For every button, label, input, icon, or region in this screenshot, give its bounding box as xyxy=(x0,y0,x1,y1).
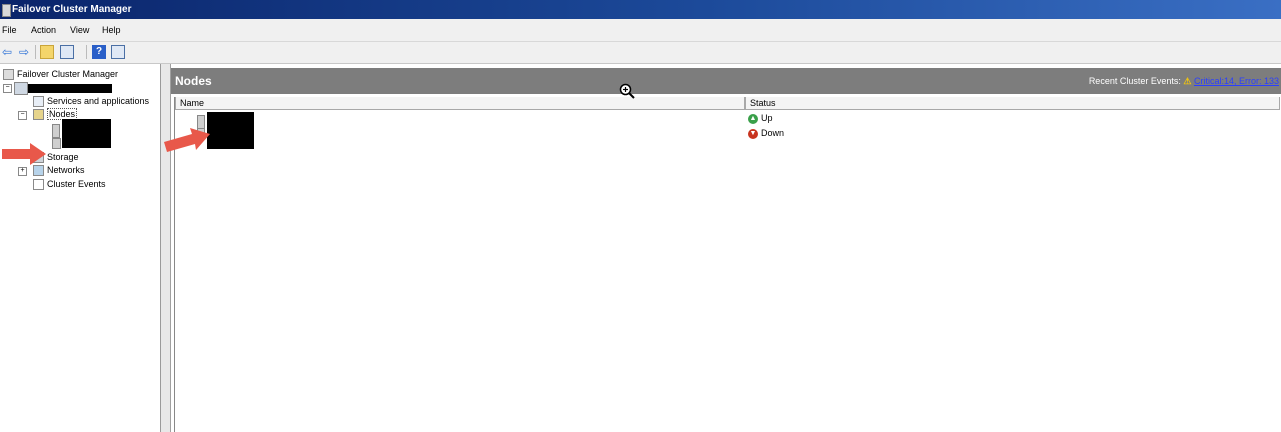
zoom-cursor-icon xyxy=(619,83,635,99)
node-status: Down xyxy=(761,128,785,138)
up-folder-icon[interactable] xyxy=(40,45,54,59)
main-pane: Nodes Recent Cluster Events: ⚠ Critical:… xyxy=(164,64,1281,432)
menu-bar: File Action View Help xyxy=(0,19,1281,42)
nodes-icon xyxy=(33,109,44,121)
nodes-collapse-toggle[interactable]: − xyxy=(18,111,27,120)
tree-item-cluster-events[interactable]: Cluster Events xyxy=(33,178,106,191)
menu-view[interactable]: View xyxy=(70,25,89,35)
column-header-status[interactable]: Status xyxy=(745,97,1280,110)
node-status: Up xyxy=(761,113,773,123)
tree-item-services[interactable]: Services and applications xyxy=(33,95,149,108)
menu-help[interactable]: Help xyxy=(102,25,121,35)
networks-icon xyxy=(33,165,44,177)
annotation-arrow-main xyxy=(164,128,210,152)
services-icon xyxy=(33,96,44,108)
show-hide-console-tree-icon[interactable] xyxy=(60,45,74,59)
column-header-name[interactable]: Name xyxy=(175,97,745,110)
annotation-arrow-left xyxy=(2,143,46,165)
warning-icon: ⚠ xyxy=(1183,76,1192,86)
collapse-toggle[interactable]: − xyxy=(3,84,12,93)
recent-events: Recent Cluster Events: ⚠ Critical:14, Er… xyxy=(1089,76,1279,87)
console-tree: Failover Cluster Manager − Services and … xyxy=(0,64,161,432)
nodes-header: Nodes Recent Cluster Events: ⚠ Critical:… xyxy=(171,68,1281,94)
status-down-icon: ▼ xyxy=(748,128,758,139)
redacted-cluster-name xyxy=(28,84,112,93)
window-title: Failover Cluster Manager xyxy=(12,4,132,15)
help-icon[interactable]: ? xyxy=(92,45,106,59)
server-node-icon xyxy=(52,124,60,138)
menu-file[interactable]: File xyxy=(2,25,17,35)
tree-item-networks[interactable]: Networks xyxy=(33,164,85,177)
recent-events-label: Recent Cluster Events: xyxy=(1088,76,1181,86)
pane-splitter[interactable] xyxy=(161,64,171,432)
table-row[interactable]: ▲ Up xyxy=(748,112,773,125)
tree-root[interactable]: Failover Cluster Manager xyxy=(3,68,118,81)
redacted-node-names xyxy=(207,112,254,149)
networks-expand-toggle[interactable]: + xyxy=(18,167,27,176)
app-icon xyxy=(2,4,11,17)
cluster-events-icon xyxy=(33,179,44,191)
show-hide-action-pane-icon[interactable] xyxy=(111,45,125,59)
toolbar-separator xyxy=(35,45,36,59)
events-link[interactable]: Critical:14, Error: 133 xyxy=(1193,76,1279,86)
server-node-down-icon xyxy=(52,138,61,149)
window-title-bar: Failover Cluster Manager xyxy=(0,0,1281,19)
page-title: Nodes xyxy=(175,74,212,88)
menu-action[interactable]: Action xyxy=(31,25,56,35)
redacted-node-names xyxy=(62,119,111,148)
nodes-list: Name Status ▲ Up ▼ Down xyxy=(174,97,1280,432)
toolbar-separator xyxy=(86,45,87,59)
back-icon[interactable]: ⇦ xyxy=(0,45,14,59)
forward-icon[interactable]: ⇨ xyxy=(17,45,31,59)
cluster-manager-icon xyxy=(3,69,14,81)
toolbar: ⇦ ⇨ ? xyxy=(0,42,1281,64)
table-row[interactable]: ▼ Down xyxy=(748,127,784,140)
cluster-icon xyxy=(14,82,28,95)
status-up-icon: ▲ xyxy=(748,113,758,124)
